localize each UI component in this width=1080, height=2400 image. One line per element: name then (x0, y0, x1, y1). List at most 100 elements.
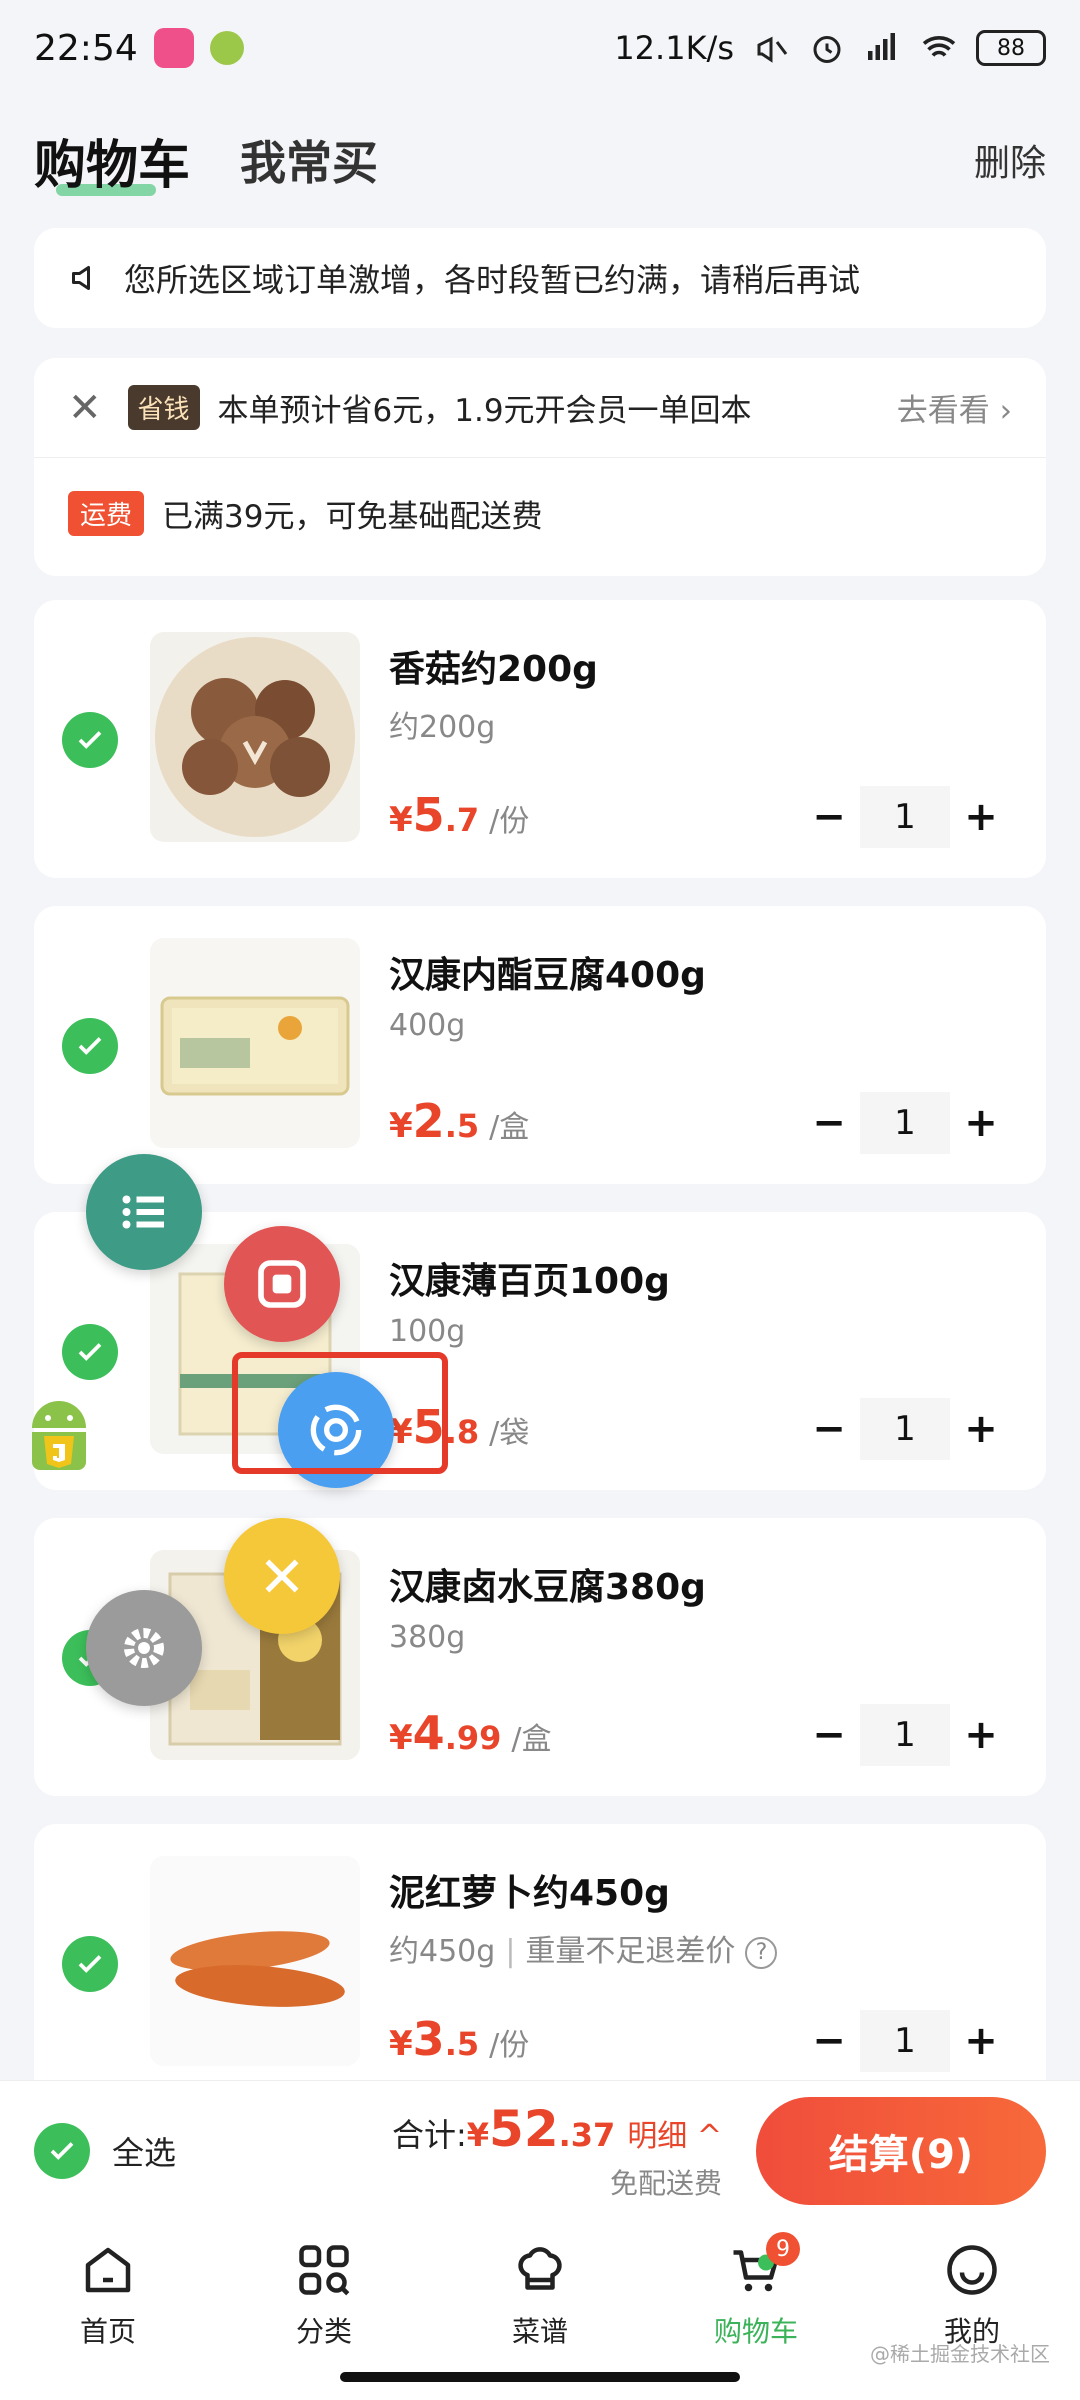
item-price: ¥2.5/盒 (389, 1094, 530, 1148)
total-amount: ¥52.37 (466, 2099, 616, 2158)
notice-banner: 您所选区域订单激增，各时段暂已约满，请稍后再试 (34, 228, 1046, 328)
record-fab-button[interactable] (224, 1226, 340, 1342)
list-fab-button[interactable] (86, 1154, 202, 1270)
save-tag: 省钱 (127, 385, 200, 430)
quantity-value[interactable]: 1 (860, 2010, 950, 2072)
item-checkbox[interactable] (62, 1018, 118, 1074)
highlight-box (232, 1352, 448, 1474)
quantity-value[interactable]: 1 (860, 1704, 950, 1766)
decrease-button[interactable]: − (798, 2010, 860, 2072)
nav-category-label: 分类 (295, 2315, 352, 2348)
checkout-bar: 全选 合计: ¥52.37 明细 ^ 免配送费 结算(9) (0, 2080, 1080, 2220)
bilibili-icon (153, 28, 194, 68)
check-icon (78, 1037, 102, 1055)
speaker-icon (72, 266, 90, 290)
cart-item[interactable]: 香菇约200g 约200g ¥5.7/份 − 1 + (34, 600, 1046, 878)
quantity-value[interactable]: 1 (860, 1092, 950, 1154)
product-image[interactable] (150, 1856, 360, 2066)
decrease-button[interactable]: − (798, 1398, 860, 1460)
check-icon (50, 2141, 74, 2160)
cart-item[interactable]: 泥红萝卜约450g 约450g | 重量不足退差价? ¥3.5/份 − 1 + (34, 1824, 1046, 2102)
save-text: 本单预计省6元，1.9元开会员一单回本 (217, 393, 752, 429)
quantity-stepper: − 1 + (798, 1398, 1012, 1460)
item-checkbox[interactable] (62, 712, 118, 768)
wifi-icon (922, 36, 956, 57)
item-title[interactable]: 香菇约200g (389, 640, 598, 692)
item-spec: 380g (389, 1620, 466, 1655)
item-title[interactable]: 汉康薄百页100g (389, 1252, 670, 1304)
refund-note: 重量不足退差价 (525, 1934, 736, 1969)
fee-tag: 运费 (68, 490, 145, 536)
check-icon (78, 731, 102, 749)
nav-home[interactable]: 首页 (0, 2220, 216, 2400)
fee-text: 已满39元，可免基础配送费 (162, 498, 543, 535)
close-fab-button[interactable] (224, 1518, 340, 1634)
android-app-icon (209, 31, 244, 65)
product-image[interactable] (150, 938, 360, 1148)
help-icon[interactable]: ? (745, 1936, 778, 1969)
select-all-checkbox[interactable] (34, 2122, 90, 2179)
record-icon (258, 1260, 306, 1308)
tab-often-bought[interactable]: 我常买 (240, 127, 378, 193)
item-spec: 约450g | 重量不足退差价? (389, 1926, 778, 1970)
status-bar: 22:54 12.1K/s 88 (0, 0, 1080, 96)
increase-button[interactable]: + (950, 2010, 1012, 2072)
notice-text: 您所选区域订单激增，各时段暂已约满，请稍后再试 (124, 261, 861, 299)
item-price: ¥3.5/份 (389, 2012, 530, 2066)
item-price: ¥5.7/份 (389, 788, 530, 842)
check-icon (78, 1343, 102, 1361)
decrease-button[interactable]: − (798, 1092, 860, 1154)
mute-icon (757, 36, 788, 63)
item-spec: 约200g (389, 710, 496, 745)
quantity-value[interactable]: 1 (860, 1398, 950, 1460)
cart-item[interactable]: 汉康薄百页100g 100g ¥5.8/袋 − 1 + (34, 1212, 1046, 1490)
delete-button[interactable]: 删除 (974, 134, 1046, 186)
battery-icon: 88 (976, 30, 1046, 66)
item-price: ¥4.99/盒 (389, 1706, 552, 1760)
quantity-stepper: − 1 + (798, 2010, 1012, 2072)
checkout-button[interactable]: 结算(9) (756, 2096, 1046, 2205)
product-image[interactable] (150, 632, 360, 842)
detail-link[interactable]: 明细 ^ (627, 2111, 722, 2155)
go-see-link[interactable]: 去看看 › (897, 385, 1012, 430)
item-checkbox[interactable] (62, 1324, 118, 1380)
increase-button[interactable]: + (950, 786, 1012, 848)
home-indicator[interactable] (340, 2372, 740, 2382)
cart-item[interactable]: 汉康内酯豆腐400g 400g ¥2.5/盒 − 1 + (34, 906, 1046, 1184)
settings-fab-button[interactable] (86, 1590, 202, 1706)
chef-hat-icon (518, 2247, 562, 2290)
smile-icon (947, 2245, 997, 2295)
delivery-fee-row: 运费 已满39元，可免基础配送费 (34, 458, 1046, 568)
alarm-icon (813, 36, 841, 63)
promo-card: ✕ 省钱 本单预计省6元，1.9元开会员一单回本 去看看 › 运费 已满39元，… (34, 358, 1046, 576)
decrease-button[interactable]: − (798, 1704, 860, 1766)
watermark: @稀土掘金技术社区 (870, 2342, 1050, 2366)
item-title[interactable]: 汉康卤水豆腐380g (389, 1558, 706, 1610)
quantity-stepper: − 1 + (798, 1092, 1012, 1154)
android-js-icon[interactable] (24, 1390, 94, 1480)
nav-mine[interactable]: 我的 (864, 2220, 1080, 2400)
category-icon (299, 2245, 350, 2296)
total-summary: 合计: ¥52.37 明细 ^ 免配送费 (392, 2100, 722, 2202)
signal-icon (868, 33, 895, 60)
network-speed: 12.1K/s (614, 29, 734, 67)
select-all-label[interactable]: 全选 (112, 2128, 176, 2174)
close-icon (265, 1559, 299, 1593)
increase-button[interactable]: + (950, 1398, 1012, 1460)
free-delivery-note: 免配送费 (609, 2166, 722, 2200)
total-label: 合计: (391, 2115, 467, 2154)
quantity-value[interactable]: 1 (860, 786, 950, 848)
list-icon (122, 1195, 164, 1229)
increase-button[interactable]: + (950, 1704, 1012, 1766)
close-icon[interactable]: ✕ (68, 385, 102, 431)
check-icon (78, 1955, 102, 1973)
item-title[interactable]: 泥红萝卜约450g (389, 1864, 670, 1916)
item-checkbox[interactable] (62, 1936, 118, 1992)
decrease-button[interactable]: − (798, 786, 860, 848)
item-title[interactable]: 汉康内酯豆腐400g (389, 946, 706, 998)
status-time: 22:54 (34, 27, 138, 69)
tab-cart[interactable]: 购物车 (34, 123, 190, 198)
nav-recipe-label: 菜谱 (511, 2315, 568, 2348)
membership-promo[interactable]: ✕ 省钱 本单预计省6元，1.9元开会员一单回本 去看看 › (34, 358, 1046, 458)
increase-button[interactable]: + (950, 1092, 1012, 1154)
